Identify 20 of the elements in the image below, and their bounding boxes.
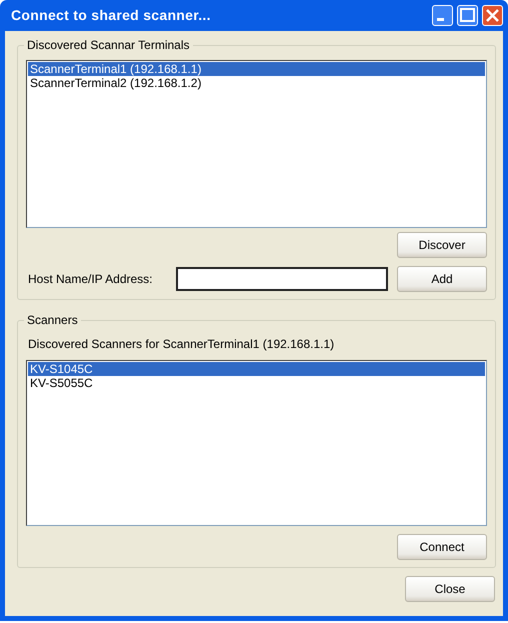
maximize-button[interactable] [457,5,478,26]
list-item[interactable]: ScannerTerminal1 (192.168.1.1) [28,62,485,76]
scanners-caption: Discovered Scanners for ScannerTerminal1 (192.168.1.1) [27,336,336,353]
list-item[interactable]: ScannerTerminal2 (192.168.1.2) [28,76,485,90]
host-label: Host Name/IP Address: [27,271,154,288]
close-icon [486,8,500,22]
discover-button[interactable]: Discover [397,232,487,258]
minimize-icon [437,18,444,21]
minimize-button[interactable] [432,5,453,26]
connect-button[interactable]: Connect [397,534,487,560]
terminal-list[interactable]: ScannerTerminal1 (192.168.1.1) ScannerTerminal2 (192.168.1.2) [26,60,487,228]
close-button[interactable] [482,5,503,26]
list-item[interactable]: KV-S1045C [28,362,485,376]
list-item[interactable]: KV-S5055C [28,376,485,390]
host-input-field[interactable] [176,267,388,291]
scanner-list[interactable]: KV-S1045C KV-S5055C [26,360,487,526]
maximize-icon [460,8,475,22]
window-title: Connect to shared scanner... [11,6,211,25]
add-button[interactable]: Add [397,266,487,292]
close-button[interactable]: Close [405,576,495,602]
